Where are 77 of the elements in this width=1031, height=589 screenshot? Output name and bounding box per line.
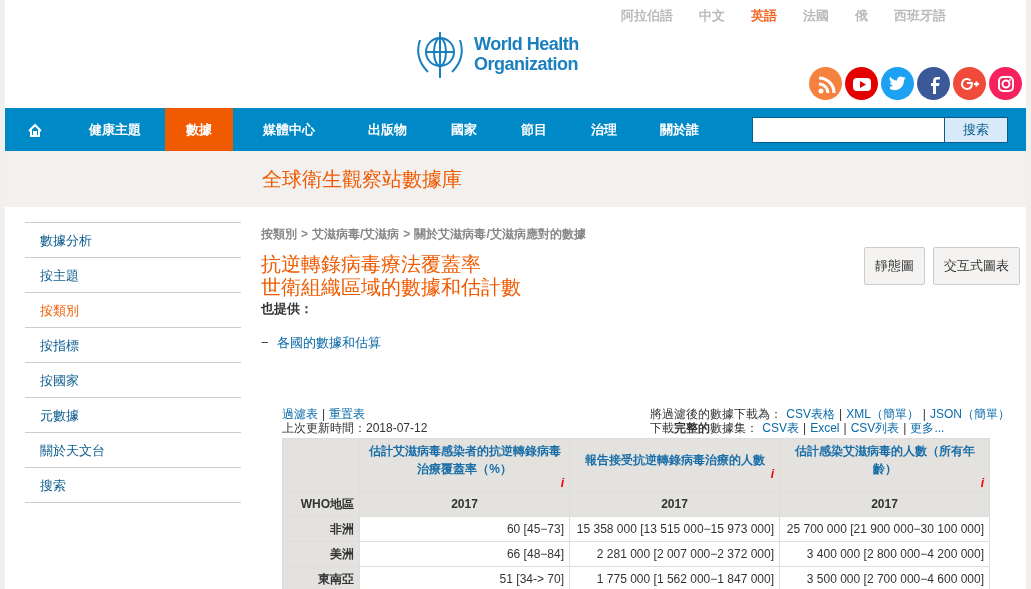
search-button[interactable]: 搜索: [945, 116, 1008, 143]
sidebar-item[interactable]: 元數據: [25, 398, 241, 433]
download-link[interactable]: 更多...: [910, 421, 945, 435]
camera-icon[interactable]: [989, 67, 1022, 100]
download-label: 將過濾後的數據下載為：: [650, 407, 783, 421]
nav-tab[interactable]: 健康主題: [65, 108, 165, 151]
page-title: 世衛組織區域的數據和估計數: [261, 276, 521, 299]
also-provided-label: 也提供：: [261, 300, 313, 318]
breadcrumb-link[interactable]: 按類別: [261, 225, 297, 243]
sidebar-item[interactable]: 搜索: [25, 468, 241, 503]
table-cell: 66 [48−84]: [359, 541, 570, 567]
page-title: 抗逆轉錄病毒療法覆蓋率: [261, 253, 482, 276]
sidebar-item[interactable]: 按指標: [25, 328, 241, 363]
search-field[interactable]: [752, 116, 945, 143]
year-header: 2017: [569, 491, 780, 517]
year-header: 2017: [779, 491, 990, 517]
table-cell: 3 400 000 [2 800 000−4 200 000]: [779, 541, 990, 567]
column-header: 報告接受抗逆轉錄病毒治療的人數 i: [569, 438, 780, 492]
breadcrumb-separator: >: [403, 226, 411, 243]
link-separator: |: [903, 421, 907, 435]
column-header: 估計感染艾滋病毒的人數（所有年齡） i: [779, 438, 990, 492]
table-cell: 51 [34-> 70]: [359, 566, 570, 589]
year-header: 2017: [359, 491, 570, 517]
table-cell: 15 358 000 [13 515 000−15 973 000]: [569, 516, 780, 542]
letter-f-icon[interactable]: [917, 67, 950, 100]
breadcrumb-link[interactable]: 關於艾滋病毒/艾滋病應對的數據: [414, 225, 586, 243]
nav-tab[interactable]: 關於誰: [639, 108, 719, 151]
logo-text: Organization: [474, 54, 579, 74]
table-cell: 3 500 000 [2 700 000−4 600 000]: [779, 566, 990, 589]
view-button[interactable]: 靜態圖: [864, 247, 925, 285]
link-separator: |: [922, 407, 926, 421]
link-separator: |: [803, 421, 807, 435]
last-updated-text: 上次更新時間：2018-07-12: [282, 421, 428, 435]
link-separator: |: [839, 407, 843, 421]
download-link[interactable]: XML（簡單）: [846, 407, 919, 421]
related-link[interactable]: 各國的數據和估算: [276, 332, 381, 352]
logo-text: World Health: [474, 34, 579, 54]
nav-tab[interactable]: 數據: [165, 108, 233, 151]
download-link[interactable]: CSV列表: [850, 421, 900, 435]
table-cell: 25 700 000 [21 900 000−30 100 000]: [779, 516, 990, 542]
language-link[interactable]: 英語: [751, 6, 777, 26]
download-link[interactable]: Excel: [810, 421, 840, 435]
region-cell: 東南亞: [282, 566, 360, 589]
download-link[interactable]: JSON（簡單）: [930, 407, 1010, 421]
nav-tab[interactable]: 治理: [569, 108, 639, 151]
sidebar-item[interactable]: 數據分析: [25, 223, 241, 258]
filter-link[interactable]: 過濾表: [282, 407, 318, 421]
download-link[interactable]: CSV表: [762, 421, 800, 435]
sidebar-item[interactable]: 關於天文台: [25, 433, 241, 468]
link-separator: |: [843, 421, 847, 435]
nav-tab[interactable]: 國家: [429, 108, 499, 151]
nav-tab[interactable]: 出版物: [345, 108, 429, 151]
nav-tab[interactable]: 媒體中心: [233, 108, 345, 151]
filter-link[interactable]: 重置表: [329, 407, 366, 421]
sidebar-item[interactable]: 按類別: [25, 293, 241, 328]
table-cell: 60 [45−73]: [359, 516, 570, 542]
page-heading: 全球衛生觀察站數據庫: [262, 167, 462, 192]
link-separator: |: [322, 407, 326, 421]
play-icon[interactable]: [845, 67, 878, 100]
nav-tab[interactable]: 節目: [499, 108, 569, 151]
breadcrumb-separator: >: [301, 226, 308, 243]
table-cell: 2 281 000 [2 007 000−2 372 000]: [569, 541, 780, 567]
region-cell: 非洲: [282, 516, 360, 542]
g-plus-icon[interactable]: [953, 67, 986, 100]
sidebar-item[interactable]: 按主題: [25, 258, 241, 293]
view-button[interactable]: 交互式圖表: [933, 247, 1020, 285]
list-marker: −: [261, 333, 269, 352]
region-cell: 美洲: [282, 541, 360, 567]
breadcrumb-link[interactable]: 艾滋病毒/艾滋病: [312, 225, 400, 243]
download-link[interactable]: CSV表格: [786, 407, 836, 421]
bird-icon[interactable]: [881, 67, 914, 100]
download-label: 下載完整的數據集：: [650, 421, 759, 435]
column-header: 估計艾滋病毒感染者的抗逆轉錄病毒治療覆蓋率（%） i: [359, 438, 570, 492]
sidebar-item[interactable]: 按國家: [25, 363, 241, 398]
rss-icon[interactable]: [809, 67, 842, 100]
row-header: WHO地區: [282, 491, 360, 517]
table-cell: 1 775 000 [1 562 000−1 847 000]: [569, 566, 780, 589]
